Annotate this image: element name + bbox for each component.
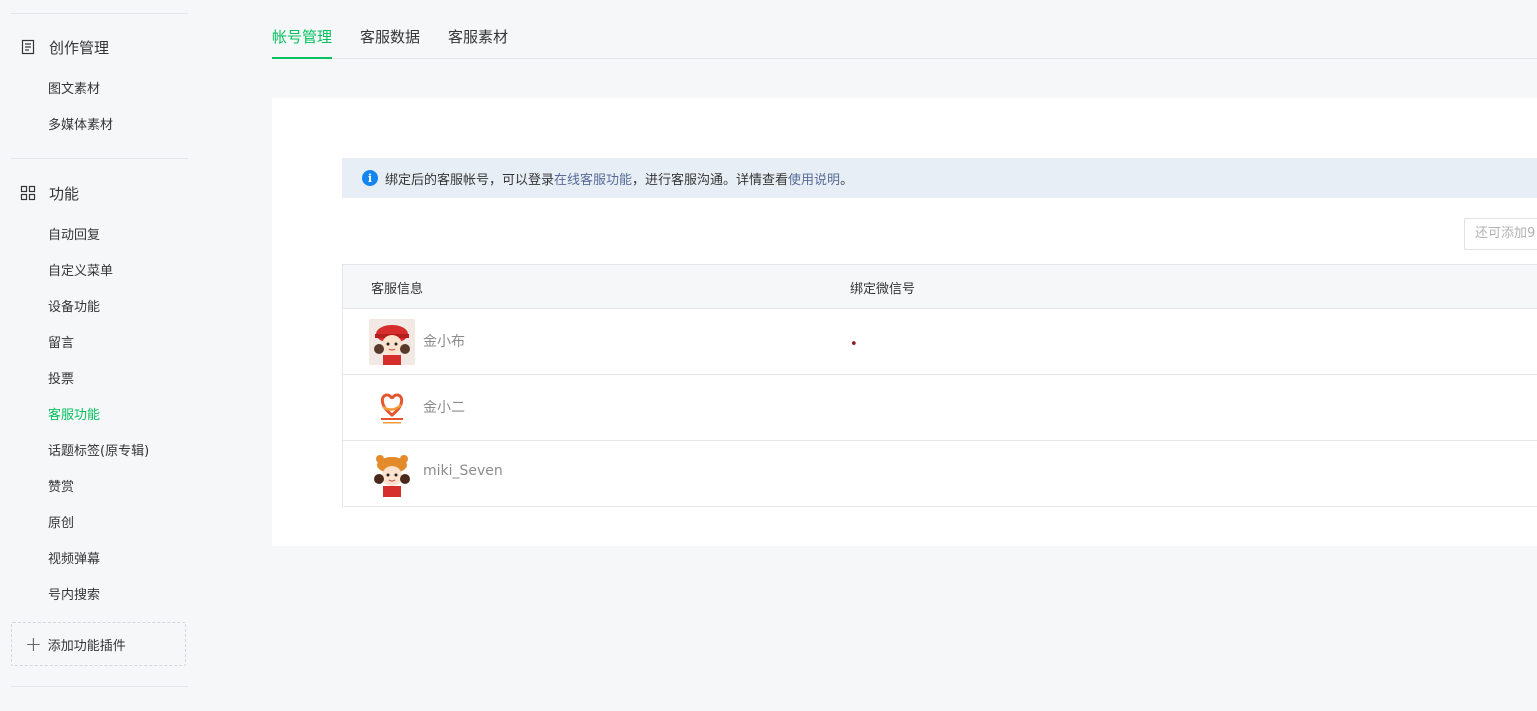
document-icon (20, 39, 36, 55)
table-header: 客服信息 绑定微信号 (343, 265, 1537, 309)
avatar (369, 385, 415, 431)
section-title-label: 创作管理 (49, 38, 110, 57)
sidebar-item-reward[interactable]: 赞赏 (48, 478, 74, 498)
notice-text: ，进行客服沟通。详情查看 (632, 172, 789, 188)
section-features: 功能 (20, 181, 79, 205)
content-card: i 绑定后的客服帐号，可以登录 在线客服功能 ，进行客服沟通。详情查看 使用说明… (272, 98, 1537, 546)
add-account-button[interactable]: 还可添加9 (1464, 218, 1537, 250)
sidebar-item-image-text[interactable]: 图文素材 (48, 80, 100, 100)
sidebar-item-multimedia[interactable]: 多媒体素材 (48, 116, 113, 136)
info-icon: i (362, 170, 378, 186)
grid-icon (20, 185, 36, 201)
service-account-table: 客服信息 绑定微信号 金小布 • 金小二 miki_Seven (342, 264, 1537, 507)
table-row: 金小布 • (343, 309, 1537, 375)
sidebar-item-original[interactable]: 原创 (48, 514, 74, 534)
column-header-info: 客服信息 (371, 282, 424, 297)
sidebar-item-search[interactable]: 号内搜索 (48, 586, 100, 606)
service-name: miki_Seven (423, 463, 503, 479)
tab-account-management[interactable]: 帐号管理 (272, 26, 333, 59)
column-header-wechat: 绑定微信号 (850, 282, 916, 297)
section-title-label: 功能 (49, 184, 80, 203)
table-row: 金小二 (343, 375, 1537, 441)
sidebar-item-customer-service[interactable]: 客服功能 (48, 406, 100, 426)
table-row: miki_Seven (343, 441, 1537, 506)
info-notice: i 绑定后的客服帐号，可以登录 在线客服功能 ，进行客服沟通。详情查看 使用说明… (342, 158, 1537, 198)
sidebar-item-auto-reply[interactable]: 自动回复 (48, 226, 100, 246)
sidebar-item-device[interactable]: 设备功能 (48, 298, 100, 318)
sidebar-item-comments[interactable]: 留言 (48, 334, 74, 354)
sidebar-item-topic-tags[interactable]: 话题标签(原专辑) (48, 442, 149, 462)
sidebar-item-custom-menu[interactable]: 自定义菜单 (48, 262, 113, 282)
service-name: 金小布 (423, 334, 465, 350)
service-name: 金小二 (423, 400, 465, 416)
tab-bar: 帐号管理 客服数据 客服素材 (272, 14, 1537, 59)
sidebar: 创作管理 图文素材 多媒体素材 功能 自动回复 自定义菜单 设备功能 留言 投票… (0, 0, 200, 711)
divider (11, 158, 188, 159)
add-plugin-button[interactable]: + 添加功能插件 (11, 622, 186, 666)
plus-icon: + (25, 632, 42, 656)
avatar (369, 451, 415, 497)
divider (11, 686, 188, 687)
notice-text: 绑定后的客服帐号，可以登录 (385, 172, 555, 188)
sidebar-item-video-danmaku[interactable]: 视频弹幕 (48, 550, 100, 570)
online-service-link[interactable]: 在线客服功能 (554, 169, 632, 188)
tab-service-data[interactable]: 客服数据 (360, 26, 420, 57)
bound-wechat-id: • (850, 337, 858, 352)
divider (11, 13, 188, 14)
tab-service-materials[interactable]: 客服素材 (448, 26, 508, 57)
usage-guide-link[interactable]: 使用说明 (788, 169, 840, 188)
sidebar-item-vote[interactable]: 投票 (48, 370, 74, 390)
notice-text: 。 (840, 172, 854, 188)
avatar (369, 319, 415, 365)
add-plugin-label: 添加功能插件 (47, 638, 126, 654)
section-creation: 创作管理 (20, 35, 109, 59)
